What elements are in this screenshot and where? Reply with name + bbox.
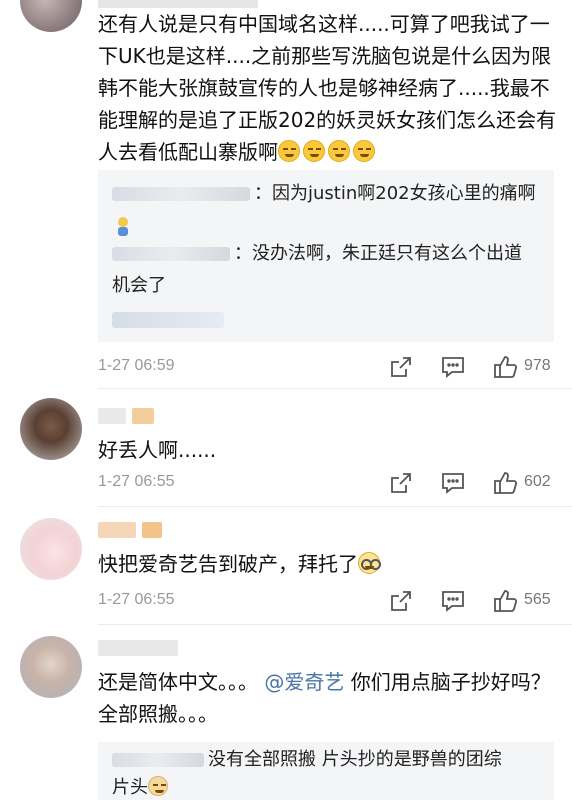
share-icon[interactable] xyxy=(388,588,414,614)
reply-item[interactable]: ：因为justin啊202女孩心里的痛啊 xyxy=(112,180,536,208)
timestamp: 1-27 06:55 xyxy=(98,591,175,608)
reply-item[interactable]: 没有全部照搬 片头抄的是野兽的团综 xyxy=(112,746,502,774)
reply-item[interactable]: ：没办法啊，朱正廷只有这么个出道 xyxy=(112,240,522,268)
username[interactable] xyxy=(98,408,155,428)
avatar[interactable] xyxy=(20,0,82,32)
timestamp: 1-27 06:55 xyxy=(98,473,175,490)
comment-icon[interactable] xyxy=(440,470,466,496)
grin-emoji-icon xyxy=(303,140,325,162)
like-count: 978 xyxy=(524,357,551,374)
glasses-emoji-icon xyxy=(358,552,380,574)
avatar[interactable] xyxy=(20,636,82,698)
comment-icon[interactable] xyxy=(440,354,466,380)
like-count: 602 xyxy=(524,473,551,490)
reply-text: 机会了 xyxy=(112,275,166,296)
reply-username[interactable] xyxy=(112,753,204,767)
divider xyxy=(98,506,572,507)
thumbs-up-icon[interactable] xyxy=(492,354,518,380)
comment-body: 还是简体中文。。。 xyxy=(98,670,258,694)
avatar[interactable] xyxy=(20,518,82,580)
comment-body: 还有人说是只有中国域名这样.....可算了吧我试了一下UK也是这样....之前那… xyxy=(98,12,557,164)
dog-emoji-icon xyxy=(148,776,168,796)
reply-text: 没有全部照搬 片头抄的是野兽的团综 xyxy=(208,749,502,770)
comment-text: 还有人说是只有中国域名这样.....可算了吧我试了一下UK也是这样....之前那… xyxy=(98,8,558,164)
thumbs-up-icon[interactable] xyxy=(492,588,518,614)
reply-box[interactable]: 没有全部照搬 片头抄的是野兽的团综 片头 xyxy=(98,742,554,800)
thumbs-up-icon[interactable] xyxy=(492,470,518,496)
reply-text-cont: 机会了 xyxy=(112,272,166,300)
share-icon[interactable] xyxy=(388,354,414,380)
reply-text: ：因为justin啊202女孩心里的痛啊 xyxy=(254,183,536,204)
comment-body: 好丢人啊...... xyxy=(98,438,217,462)
reply-text: ：没办法啊，朱正廷只有这么个出道 xyxy=(234,243,522,264)
comment-meta: 1-27 06:55 602 xyxy=(98,470,554,496)
reply-text: 片头 xyxy=(112,777,148,798)
comment-meta: 1-27 06:59 978 xyxy=(98,354,554,380)
like-count: 565 xyxy=(524,591,551,608)
share-icon[interactable] xyxy=(388,470,414,496)
username[interactable] xyxy=(98,522,163,542)
comment-icon[interactable] xyxy=(440,588,466,614)
mention-link[interactable]: @爱奇艺 xyxy=(264,670,344,694)
view-more-replies-link[interactable] xyxy=(112,312,224,328)
reply-text-cont: 片头 xyxy=(112,774,171,800)
timestamp: 1-27 06:59 xyxy=(98,357,175,374)
comment-meta: 1-27 06:55 565 xyxy=(98,588,554,614)
divider xyxy=(98,624,572,625)
comment-body: 快把爱奇艺告到破产，拜托了 xyxy=(98,552,358,576)
reply-username[interactable] xyxy=(112,187,250,201)
comment-text: 快把爱奇艺告到破产，拜托了 xyxy=(98,548,558,580)
avatar[interactable] xyxy=(20,398,82,460)
comment-text: 还是简体中文。。。 @爱奇艺 你们用点脑子抄好吗？全部照搬。。。 xyxy=(98,666,558,730)
grin-emoji-icon xyxy=(328,140,350,162)
comment-text: 好丢人啊...... xyxy=(98,434,558,466)
grin-emoji-icon xyxy=(353,140,375,162)
divider xyxy=(98,388,572,389)
username[interactable] xyxy=(98,640,178,660)
figure-emoji-icon xyxy=(118,217,128,236)
reply-username[interactable] xyxy=(112,247,230,261)
grin-emoji-icon xyxy=(278,140,300,162)
reply-box[interactable]: ：因为justin啊202女孩心里的痛啊 ：没办法啊，朱正廷只有这么个出道 机会… xyxy=(98,170,554,342)
